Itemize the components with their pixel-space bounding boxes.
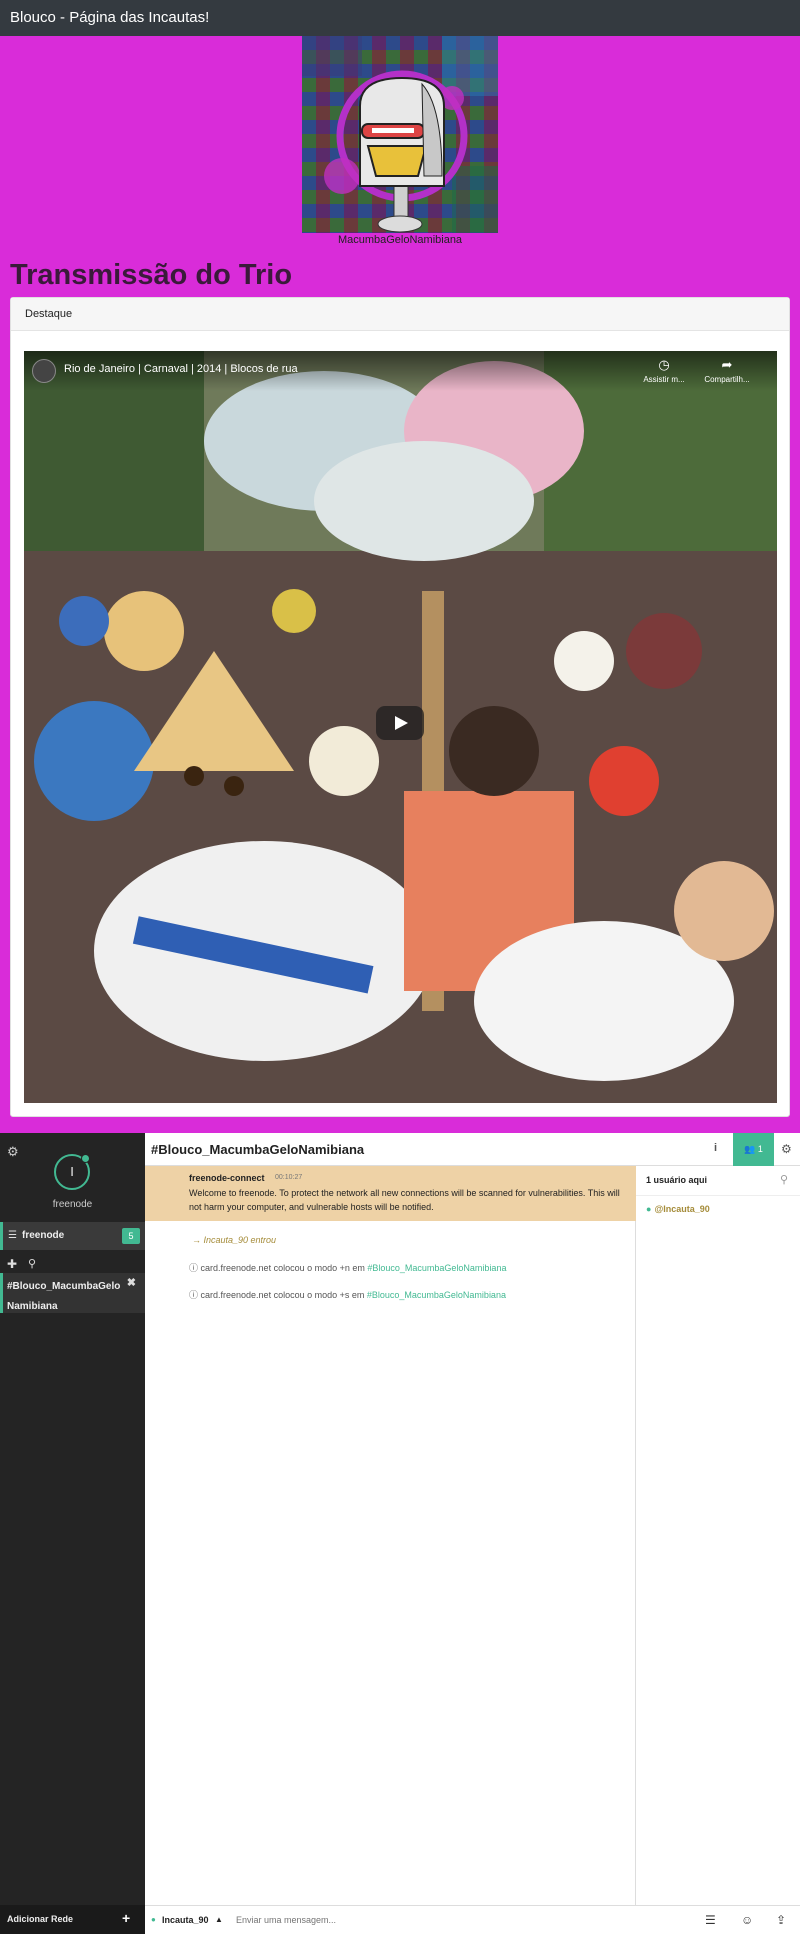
channel-label-line1: #Blouco_MacumbaGelo [7, 1281, 121, 1292]
connection-status-dot: ● [151, 1915, 156, 1924]
network-name: freenode [52, 1199, 93, 1210]
network-label: freenode [22, 1230, 65, 1241]
network-status-dot [81, 1154, 90, 1163]
page-title: Transmissão do Trio [10, 259, 293, 291]
user-nick: @Incauta_90 [654, 1204, 710, 1214]
join-message: → Incauta_90 entrou [192, 1235, 277, 1245]
video-player[interactable]: Rio de Janeiro | Carnaval | 2014 | Bloco… [24, 351, 777, 1103]
message-list[interactable]: freenode-connect 00:10:27 Welcome to fre… [145, 1166, 636, 1905]
mode-text: card.freenode.net colocou o modo +n em [200, 1263, 368, 1273]
video-title[interactable]: Rio de Janeiro | Carnaval | 2014 | Bloco… [64, 363, 298, 375]
share-button[interactable]: ➦ Compartilh... [700, 357, 754, 384]
gear-icon[interactable]: ⚙ [7, 1144, 19, 1160]
share-label: Compartilh... [704, 375, 750, 384]
plus-icon[interactable]: + [122, 1910, 130, 1926]
upload-icon[interactable]: ⇪ [776, 1913, 786, 1927]
input-bar: ● Incauta_90 ▲ ☰ ☺ ⇪ [145, 1905, 800, 1934]
info-icon[interactable]: i [714, 1142, 717, 1154]
motd-message: freenode-connect 00:10:27 Welcome to fre… [145, 1166, 636, 1221]
gear-icon[interactable]: ⚙ [781, 1142, 792, 1156]
mode-message: ⓘ card.freenode.net colocou o modo +s em… [189, 1288, 506, 1301]
member-count: 1 [757, 1144, 763, 1154]
message-time: 00:10:27 [275, 1174, 303, 1181]
sidebar-item-network[interactable]: ☰ freenode 5 [0, 1222, 145, 1250]
message-input[interactable] [236, 1910, 696, 1930]
channel-label-line2: Namibiana [7, 1301, 58, 1312]
menu-icon[interactable]: ☰ [705, 1913, 716, 1927]
watch-later-button[interactable]: ◷ Assistir m... [637, 357, 691, 384]
close-icon[interactable]: ✖ [127, 1276, 136, 1289]
message-nick[interactable]: freenode-connect [189, 1173, 265, 1183]
sidebar-footer: Adicionar Rede + [0, 1905, 145, 1934]
featured-card: Destaque Rio de Janeiro | Carnaval | 201… [10, 297, 790, 1117]
channel-link[interactable]: #Blouco_MacumbaGeloNamibiana [367, 1263, 506, 1273]
caret-up-icon[interactable]: ▲ [215, 1915, 223, 1924]
list-icon: ☰ [8, 1230, 17, 1241]
channel-header: #Blouco_MacumbaGeloNamibiana i 👥 1 ⚙ [145, 1133, 800, 1166]
channel-link[interactable]: #Blouco_MacumbaGeloNamibiana [367, 1290, 506, 1300]
play-icon[interactable] [376, 706, 424, 740]
mode-text: card.freenode.net colocou o modo +s em [200, 1290, 367, 1300]
own-nick[interactable]: Incauta_90 [162, 1915, 209, 1925]
sidebar-item-channel[interactable]: #Blouco_MacumbaGelo Namibiana ✖ [0, 1273, 145, 1313]
user-status-dot: ● [646, 1204, 652, 1214]
user-count-label: 1 usuário aqui [646, 1175, 708, 1185]
site-title[interactable]: Blouco - Página das Incautas! [10, 9, 209, 26]
irc-client: ⚙ I freenode ☰ freenode 5 ✚ ⚲ #Blouco_Ma… [0, 1133, 800, 1934]
card-header: Destaque [11, 298, 789, 331]
message-text: Welcome to freenode. To protect the netw… [189, 1188, 620, 1212]
search-icon[interactable]: ⚲ [28, 1257, 36, 1270]
sidebar: ⚙ I freenode ☰ freenode 5 ✚ ⚲ #Blouco_Ma… [0, 1133, 145, 1934]
user-list: 1 usuário aqui ⚲ ● @Incauta_90 [636, 1166, 800, 1905]
user-entry[interactable]: ● @Incauta_90 [646, 1204, 710, 1214]
logo-caption: MacumbaGeloNamibiana [337, 234, 463, 246]
emoji-icon[interactable]: ☺ [741, 1913, 753, 1927]
channel-avatar[interactable] [32, 359, 56, 383]
top-navbar: Blouco - Página das Incautas! [0, 0, 800, 36]
clock-icon: ◷ [658, 357, 670, 372]
users-icon: 👥 [744, 1144, 756, 1154]
info-icon: ⓘ [189, 1263, 201, 1273]
members-button[interactable]: 👥 1 [733, 1133, 774, 1166]
watch-later-label: Assistir m... [643, 375, 685, 384]
add-network-label[interactable]: Adicionar Rede [7, 1914, 73, 1924]
info-icon: ⓘ [189, 1290, 201, 1300]
plus-icon[interactable]: ✚ [7, 1257, 17, 1271]
search-icon[interactable]: ⚲ [780, 1173, 788, 1186]
share-icon: ➦ [721, 357, 733, 372]
site-logo [302, 36, 498, 233]
video-title-bar: Rio de Janeiro | Carnaval | 2014 | Bloco… [24, 351, 777, 391]
channel-title: #Blouco_MacumbaGeloNamibiana [151, 1142, 365, 1157]
unread-badge: 5 [122, 1228, 140, 1244]
user-list-header: 1 usuário aqui ⚲ [636, 1166, 800, 1196]
mode-message: ⓘ card.freenode.net colocou o modo +n em… [189, 1261, 506, 1274]
